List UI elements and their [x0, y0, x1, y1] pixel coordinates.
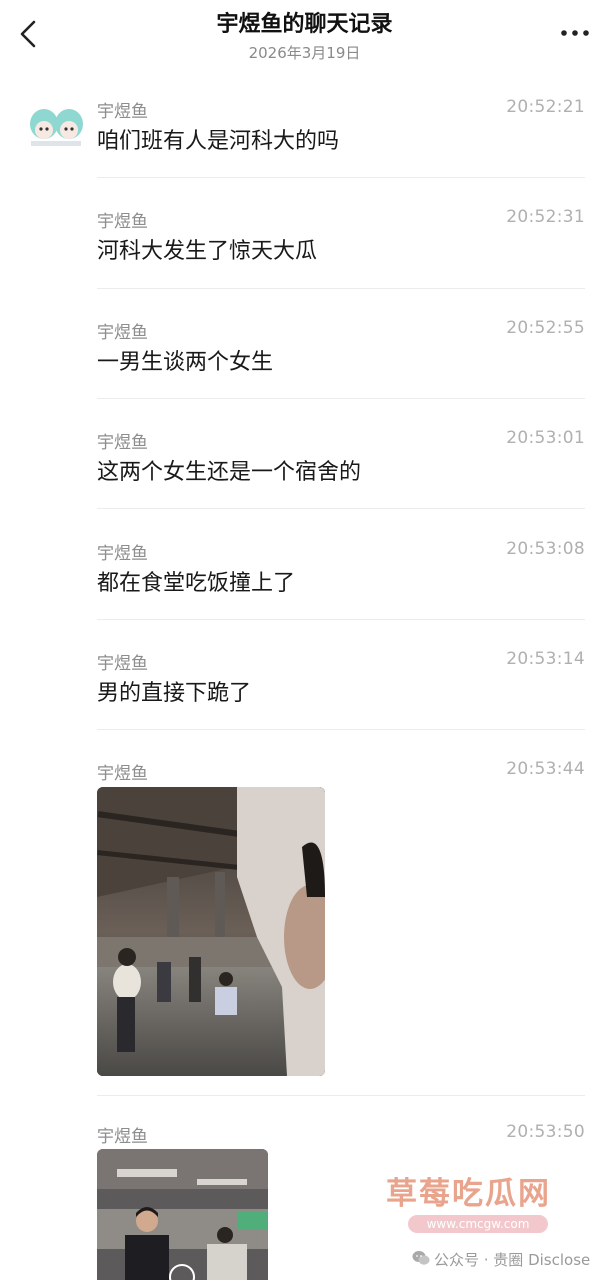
record-date: 2026年3月19日	[248, 44, 361, 62]
message-time: 20:52:21	[506, 97, 585, 117]
message-divider	[97, 398, 585, 399]
message-time: 20:53:14	[506, 649, 585, 669]
page-title: 宇煜鱼的聊天记录	[216, 12, 393, 37]
message-text[interactable]: 这两个女生还是一个宿舍的	[97, 454, 361, 486]
sender-name: 宇煜鱼	[97, 654, 148, 674]
message-text[interactable]: 男的直接下跪了	[97, 675, 251, 707]
watermark-url: www.cmcgw.com	[408, 1215, 548, 1233]
avatar-sticker-icon	[27, 104, 85, 148]
more-button[interactable]	[555, 18, 595, 48]
message-divider	[97, 288, 585, 289]
photo-canteen-scene	[97, 787, 325, 1076]
chat-message: 宇煜鱼 20:53:14 男的直接下跪了	[97, 649, 585, 719]
sender-name: 宇煜鱼	[97, 764, 148, 784]
sender-name: 宇煜鱼	[97, 544, 148, 564]
chat-message: 宇煜鱼 20:52:21 咱们班有人是河科大的吗	[97, 97, 585, 167]
more-dots-icon	[561, 30, 589, 36]
message-text[interactable]: 河科大发生了惊天大瓜	[97, 233, 317, 265]
message-divider	[97, 729, 585, 730]
wechat-icon	[412, 1251, 430, 1265]
message-photo[interactable]	[97, 1149, 268, 1280]
message-time: 20:52:31	[506, 207, 585, 227]
chat-message: 宇煜鱼 20:52:55 一男生谈两个女生	[97, 318, 585, 388]
chat-message: 宇煜鱼 20:53:08 都在食堂吃饭撞上了	[97, 539, 585, 609]
message-text[interactable]: 咱们班有人是河科大的吗	[97, 123, 339, 155]
sender-name: 宇煜鱼	[97, 102, 148, 122]
message-text[interactable]: 一男生谈两个女生	[97, 344, 273, 376]
message-photo[interactable]	[97, 787, 325, 1076]
chat-message: 宇煜鱼 20:52:31 河科大发生了惊天大瓜	[97, 207, 585, 277]
message-time: 20:53:01	[506, 428, 585, 448]
message-time: 20:53:44	[506, 759, 585, 779]
message-divider	[97, 508, 585, 509]
message-time: 20:53:50	[506, 1122, 585, 1142]
message-text[interactable]: 都在食堂吃饭撞上了	[97, 565, 295, 597]
chat-record-header: 宇煜鱼的聊天记录 2026年3月19日	[0, 0, 609, 80]
chat-message: 宇煜鱼 20:53:01 这两个女生还是一个宿舍的	[97, 428, 585, 498]
sender-name: 宇煜鱼	[97, 433, 148, 453]
watermark-site-name: 草莓吃瓜网	[386, 1176, 551, 1212]
message-divider	[97, 177, 585, 178]
sender-name: 宇煜鱼	[97, 323, 148, 343]
sender-name: 宇煜鱼	[97, 212, 148, 232]
sender-name: 宇煜鱼	[97, 1127, 148, 1147]
message-divider	[97, 1095, 585, 1096]
message-time: 20:52:55	[506, 318, 585, 338]
message-divider	[97, 619, 585, 620]
photo-canteen-person	[97, 1149, 268, 1280]
sender-avatar[interactable]	[27, 104, 85, 148]
message-time: 20:53:08	[506, 539, 585, 559]
chat-message: 宇煜鱼 20:53:44	[97, 759, 585, 789]
watermark-footer: 公众号 · 贵圈 Disclose	[434, 1251, 591, 1269]
